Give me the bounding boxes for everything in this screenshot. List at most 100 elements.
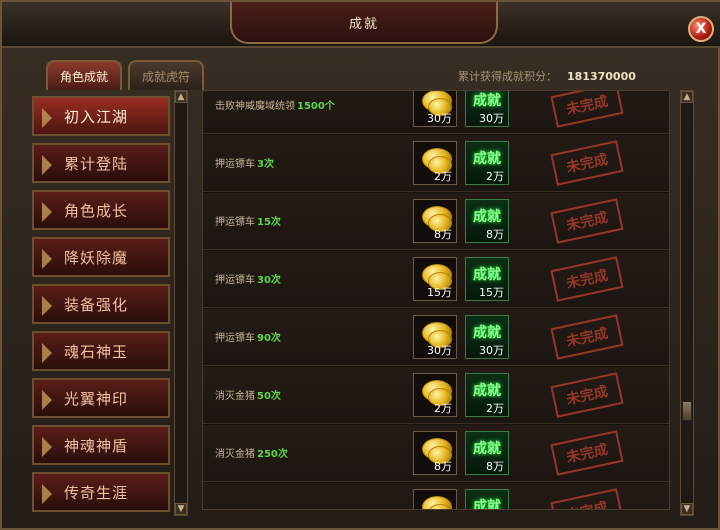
achievement-count: 3次: [257, 159, 274, 170]
scroll-down-icon[interactable]: ▼: [175, 503, 187, 515]
window-title: 成就: [348, 16, 379, 32]
coin-reward-slot[interactable]: 2万: [413, 141, 457, 185]
achievement-icon: 成就: [473, 151, 501, 167]
achievement-row: 押运镖车 15次 8万 成就 8万 未完成: [203, 193, 669, 250]
title-bar: 成就 X: [2, 2, 720, 48]
list-scrollbar[interactable]: ▲ ▼: [680, 90, 694, 516]
close-button[interactable]: X: [688, 16, 714, 42]
scroll-up-icon[interactable]: ▲: [681, 91, 693, 103]
achievement-count: 30次: [257, 275, 281, 286]
achievement-row: 押运镖车 90次 30万 成就 30万 未完成: [203, 309, 669, 366]
coin-reward-label: 2万: [434, 170, 452, 183]
sidebar-item-label: 降妖除魔: [64, 248, 129, 267]
achievement-text: 击败神威魔域统领 1500个: [215, 97, 335, 112]
achievement-text: 押运镖车 90次: [215, 329, 281, 344]
achievement-icon: 成就: [473, 267, 501, 283]
tab-achievement-talisman[interactable]: 成就虎符: [128, 60, 205, 90]
status-stamp: 未完成: [550, 430, 624, 476]
achievement-row: 消灭金猪 50次 2万 成就 2万 未完成: [203, 367, 669, 424]
achievement-icon: 成就: [473, 325, 501, 341]
achievement-row: 押运镖车 3次 2万 成就 2万 未完成: [203, 135, 669, 192]
status-stamp: 未完成: [550, 198, 624, 244]
sidebar-item-label: 传奇生涯: [64, 483, 129, 502]
achievement-reward-label: 2万: [486, 402, 504, 415]
sidebar-item-soulstone[interactable]: 魂石神玉: [32, 331, 170, 371]
achievement-reward-slot[interactable]: 成就 8万: [465, 199, 509, 243]
coin-reward-slot[interactable]: 30万: [413, 315, 457, 359]
achievement-count: 50次: [257, 391, 281, 402]
achievement-row: 押运镖车 30次 15万 成就 15万 未完成: [203, 251, 669, 308]
achievement-count: 15次: [257, 217, 281, 228]
achievement-title: 押运镖车: [215, 217, 255, 228]
tabs: 角色成就 成就虎符: [46, 60, 205, 90]
scroll-thumb[interactable]: [682, 401, 692, 421]
status-stamp: 未完成: [550, 314, 624, 360]
sidebar-scrollbar[interactable]: ▲ ▼: [174, 90, 188, 516]
tab-role-achievements[interactable]: 角色成就: [46, 60, 123, 90]
achievement-reward-slot[interactable]: 成就 30万: [465, 315, 509, 359]
achievement-reward-slot[interactable]: 成就 2万: [465, 141, 509, 185]
coin-reward-slot[interactable]: 8万: [413, 199, 457, 243]
coin-reward-label: 15万: [427, 286, 452, 299]
sidebar-item-label: 累计登陆: [64, 154, 129, 173]
coin-reward-label: 2万: [434, 402, 452, 415]
coin-reward-slot[interactable]: 8万: [413, 431, 457, 475]
achievement-reward-slot[interactable]: 成就: [465, 489, 509, 510]
sidebar-item-career[interactable]: 传奇生涯: [32, 472, 170, 512]
sidebar-item-wings[interactable]: 光翼神印: [32, 378, 170, 418]
scroll-down-icon[interactable]: ▼: [681, 503, 693, 515]
scroll-up-icon[interactable]: ▲: [175, 91, 187, 103]
sidebar-item-login[interactable]: 累计登陆: [32, 143, 170, 183]
sidebar-item-intro[interactable]: 初入江湖: [32, 96, 170, 136]
achievement-window: 成就 X 角色成就 成就虎符 累计获得成就积分： 181370000 初入江湖 累…: [0, 0, 720, 530]
sidebar-item-demons[interactable]: 降妖除魔: [32, 237, 170, 277]
achievement-reward-label: 30万: [479, 112, 504, 125]
achievement-text: 押运镖车 3次: [215, 155, 274, 170]
status-stamp: 未完成: [550, 91, 624, 128]
achievement-reward-slot[interactable]: 成就 30万: [465, 91, 509, 127]
achievement-reward-label: 2万: [486, 170, 504, 183]
status-stamp: 未完成: [550, 256, 624, 302]
achievement-text: 押运镖车 30次: [215, 271, 281, 286]
coin-reward-label: 30万: [427, 344, 452, 357]
sidebar-item-shield[interactable]: 神魂神盾: [32, 425, 170, 465]
score-value: 181370000: [567, 70, 636, 83]
sidebar-item-growth[interactable]: 角色成长: [32, 190, 170, 230]
achievement-row: 成就 未完成: [203, 483, 669, 510]
status-stamp: 未完成: [550, 140, 624, 186]
coin-reward-slot[interactable]: 2万: [413, 373, 457, 417]
achievement-count: 1500个: [297, 101, 335, 112]
category-sidebar: 初入江湖 累计登陆 角色成长 降妖除魔 装备强化 魂石神玉 光翼神印 神魂神盾 …: [32, 90, 172, 520]
achievement-icon: 成就: [473, 209, 501, 225]
achievement-title: 押运镖车: [215, 275, 255, 286]
achievement-reward-label: 15万: [479, 286, 504, 299]
coin-reward-label: 30万: [427, 112, 452, 125]
achievement-title: 消灭金猪: [215, 449, 255, 460]
achievement-title: 消灭金猪: [215, 391, 255, 402]
achievement-reward-label: 30万: [479, 344, 504, 357]
achievement-title: 押运镖车: [215, 333, 255, 344]
achievement-text: 消灭金猪 250次: [215, 445, 288, 460]
achievement-icon: 成就: [473, 93, 501, 109]
sidebar-item-label: 初入江湖: [64, 107, 129, 126]
achievement-reward-slot[interactable]: 成就 2万: [465, 373, 509, 417]
achievement-row: 击败神威魔域统领 1500个 30万 成就 30万 未完成: [203, 91, 669, 134]
coin-reward-slot[interactable]: 30万: [413, 91, 457, 127]
coin-reward-slot[interactable]: [413, 489, 457, 509]
coin-reward-label: 8万: [434, 228, 452, 241]
sidebar-item-enhance[interactable]: 装备强化: [32, 284, 170, 324]
achievement-count: 90次: [257, 333, 281, 344]
status-stamp: 未完成: [550, 372, 624, 418]
achievement-reward-slot[interactable]: 成就 8万: [465, 431, 509, 475]
achievement-text: 押运镖车 15次: [215, 213, 281, 228]
close-icon: X: [695, 21, 707, 37]
coin-reward-slot[interactable]: 15万: [413, 257, 457, 301]
sidebar-item-label: 光翼神印: [64, 389, 129, 408]
sidebar-item-label: 装备强化: [64, 295, 129, 314]
achievement-reward-slot[interactable]: 成就 15万: [465, 257, 509, 301]
achievement-score: 累计获得成就积分： 181370000: [458, 68, 636, 84]
achievement-icon: 成就: [473, 499, 501, 510]
tab-label: 角色成就: [60, 69, 109, 84]
score-label: 累计获得成就积分：: [458, 70, 557, 83]
achievement-reward-label: 8万: [486, 460, 504, 473]
